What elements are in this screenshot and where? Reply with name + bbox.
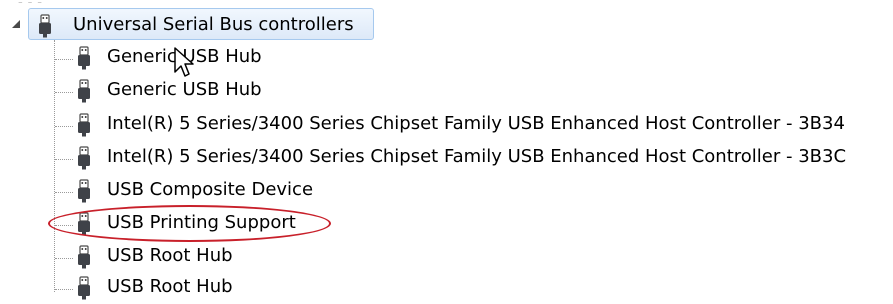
usb-connector-icon [78,146,90,170]
tree-category-usb-controllers[interactable]: Universal Serial Bus controllers [28,8,374,40]
tree-item-device[interactable]: Intel(R) 5 Series/3400 Series Chipset Fa… [55,142,885,174]
tree-item-device[interactable]: USB Root Hub [55,241,885,273]
usb-connector-icon [39,14,51,38]
usb-connector-icon [78,113,90,137]
tree-branch-line [55,289,73,290]
usb-connector-icon [78,276,90,300]
device-label: USB Composite Device [107,179,314,200]
usb-connector-icon [78,46,90,70]
usb-connector-icon [78,79,90,103]
mouse-pointer-icon [174,47,194,77]
tree-branch-line [55,92,73,93]
tree-item-device[interactable]: Intel(R) 5 Series/3400 Series Chipset Fa… [55,109,885,141]
device-label: Intel(R) 5 Series/3400 Series Chipset Fa… [107,146,847,167]
device-label: Intel(R) 5 Series/3400 Series Chipset Fa… [107,113,845,134]
tree-item-device[interactable]: USB Composite Device [55,175,885,207]
category-label: Universal Serial Bus controllers [73,14,354,35]
device-tree: ⁻ ⁻ ⁻ Universal Serial Bus controllers G… [0,0,893,304]
tree-item-device[interactable]: USB Root Hub [55,272,885,304]
tree-branch-line [55,258,73,259]
device-label: Generic USB Hub [107,79,262,100]
tree-branch-line [55,159,73,160]
highlight-annotation-ellipse [48,205,331,242]
tree-branch-line [55,59,73,60]
tree-branch-line [55,192,73,193]
usb-connector-icon [78,179,90,203]
usb-connector-icon [78,245,90,269]
device-label: USB Root Hub [107,245,233,266]
tree-branch-line [55,126,73,127]
device-label: USB Root Hub [107,276,233,297]
collapse-arrow-icon[interactable] [10,18,22,30]
